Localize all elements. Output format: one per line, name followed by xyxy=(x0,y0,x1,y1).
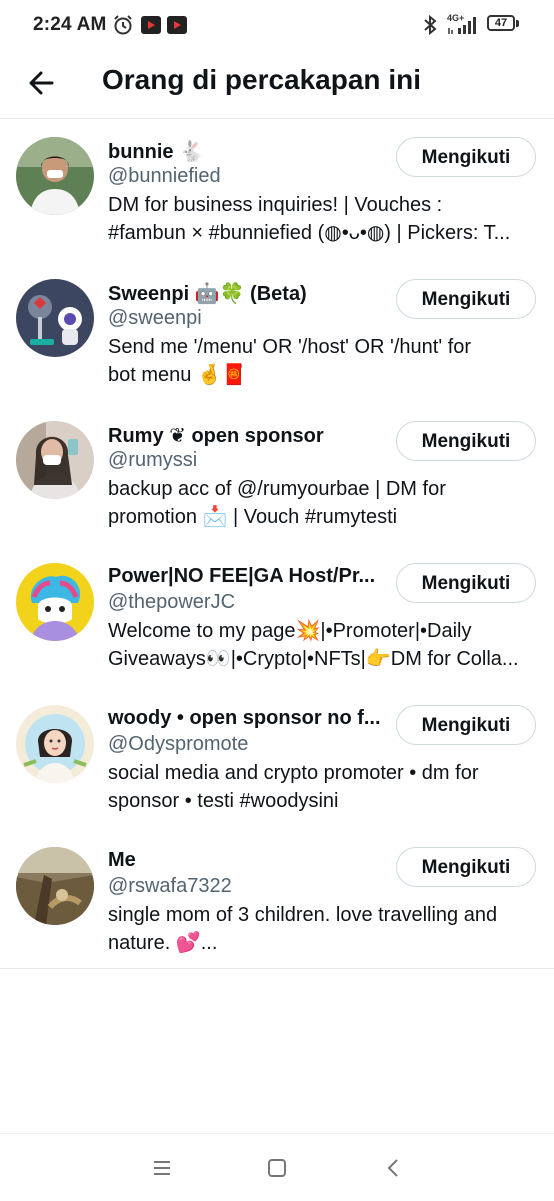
user-bio: Welcome to my page💥|•Promoter|•Daily Giv… xyxy=(108,617,540,673)
user-handle: @rumyssi xyxy=(108,449,198,471)
following-button[interactable]: Mengikuti xyxy=(396,137,536,177)
user-name: Me xyxy=(108,849,136,871)
user-handle: @bunniefied xyxy=(108,165,221,187)
youtube-icon xyxy=(167,16,187,34)
bio-line: Giveaways👀|•Crypto|•NFTs|👉DM for Colla..… xyxy=(108,648,519,670)
bio-line: promotion 📩 | Vouch #rumytesti xyxy=(108,506,398,528)
user-handle: @Odyspromote xyxy=(108,733,249,755)
battery-icon: 47 xyxy=(487,15,515,31)
back-chevron-icon xyxy=(387,1159,398,1177)
following-button[interactable]: Mengikuti xyxy=(396,279,536,319)
recent-apps-button[interactable] xyxy=(148,1154,176,1182)
alarm-icon xyxy=(114,15,132,35)
user-list: bunnie 🐇 @bunniefied DM for business inq… xyxy=(0,119,554,971)
bio-line: social media and crypto promoter • dm fo… xyxy=(108,762,479,784)
user-bio: Send me '/menu' OR '/host' OR '/hunt' fo… xyxy=(108,333,540,389)
avatar[interactable] xyxy=(16,847,94,925)
youtube-icon xyxy=(141,16,161,34)
user-handle: @sweenpi xyxy=(108,307,202,329)
user-name: Rumy ❦ open sponsor xyxy=(108,425,324,447)
user-name: woody • open sponsor no f... xyxy=(108,707,381,729)
avatar[interactable] xyxy=(16,563,94,641)
status-time: 2:24 AM xyxy=(33,14,107,35)
bio-line: Send me '/menu' OR '/host' OR '/hunt' fo… xyxy=(108,336,472,358)
bio-line: sponsor • testi #woodysini xyxy=(108,790,339,812)
following-button[interactable]: Mengikuti xyxy=(396,847,536,887)
bio-line: DM for business inquiries! | Vouches : xyxy=(108,194,443,216)
bio-line: single mom of 3 children. love travellin… xyxy=(108,904,498,926)
arrow-left-icon xyxy=(29,71,54,95)
status-bar: 2:24 AM 4G+ 47 xyxy=(0,0,554,50)
bio-line: nature. 💕... xyxy=(108,932,218,954)
user-row-sweenpi[interactable]: Sweenpi 🤖🍀 (Beta) @sweenpi Send me '/men… xyxy=(0,261,554,403)
user-row-rumy[interactable]: Rumy ❦ open sponsor @rumyssi backup acc … xyxy=(0,403,554,545)
avatar[interactable] xyxy=(16,421,94,499)
following-button[interactable]: Mengikuti xyxy=(396,705,536,745)
page-title: Orang di percakapan ini xyxy=(102,64,421,95)
user-name: bunnie 🐇 xyxy=(108,141,205,163)
system-nav-bar xyxy=(0,1133,554,1201)
user-handle: @thepowerJC xyxy=(108,591,236,613)
list-divider xyxy=(0,968,554,969)
user-row-power[interactable]: Power|NO FEE|GA Host/Pr... @thepowerJC W… xyxy=(0,545,554,687)
signal-icon xyxy=(448,17,476,34)
user-row-me[interactable]: Me @rswafa7322 single mom of 3 children.… xyxy=(0,829,554,971)
bio-line: backup acc of @/rumyourbae | DM for xyxy=(108,478,446,500)
system-back-button[interactable] xyxy=(380,1154,408,1182)
user-handle: @rswafa7322 xyxy=(108,875,232,897)
user-bio: DM for business inquiries! | Vouches : #… xyxy=(108,191,540,247)
bio-line: #fambun × #bunniefied (◍•ᴗ•◍) | Pickers:… xyxy=(108,222,511,244)
bluetooth-icon xyxy=(424,14,437,36)
user-row-bunnie[interactable]: bunnie 🐇 @bunniefied DM for business inq… xyxy=(0,119,554,261)
user-name: Power|NO FEE|GA Host/Pr... xyxy=(108,565,376,587)
back-button[interactable] xyxy=(22,64,62,104)
bio-line: bot menu 🤞🧧 xyxy=(108,364,247,386)
following-button[interactable]: Mengikuti xyxy=(396,421,536,461)
avatar[interactable] xyxy=(16,705,94,783)
user-bio: single mom of 3 children. love travellin… xyxy=(108,901,540,957)
user-bio: social media and crypto promoter • dm fo… xyxy=(108,759,540,815)
battery-level: 47 xyxy=(494,17,508,29)
home-button[interactable] xyxy=(263,1154,291,1182)
following-button[interactable]: Mengikuti xyxy=(396,563,536,603)
user-bio: backup acc of @/rumyourbae | DM for prom… xyxy=(108,475,540,531)
avatar[interactable] xyxy=(16,279,94,357)
battery-tip xyxy=(516,20,519,27)
menu-icon xyxy=(154,1161,170,1175)
user-name: Sweenpi 🤖🍀 (Beta) xyxy=(108,283,307,305)
bio-line: Welcome to my page💥|•Promoter|•Daily xyxy=(108,620,472,642)
header: Orang di percakapan ini xyxy=(0,50,554,119)
avatar[interactable] xyxy=(16,137,94,215)
user-row-woody[interactable]: woody • open sponsor no f... @Odyspromot… xyxy=(0,687,554,829)
home-square-icon xyxy=(268,1159,286,1177)
